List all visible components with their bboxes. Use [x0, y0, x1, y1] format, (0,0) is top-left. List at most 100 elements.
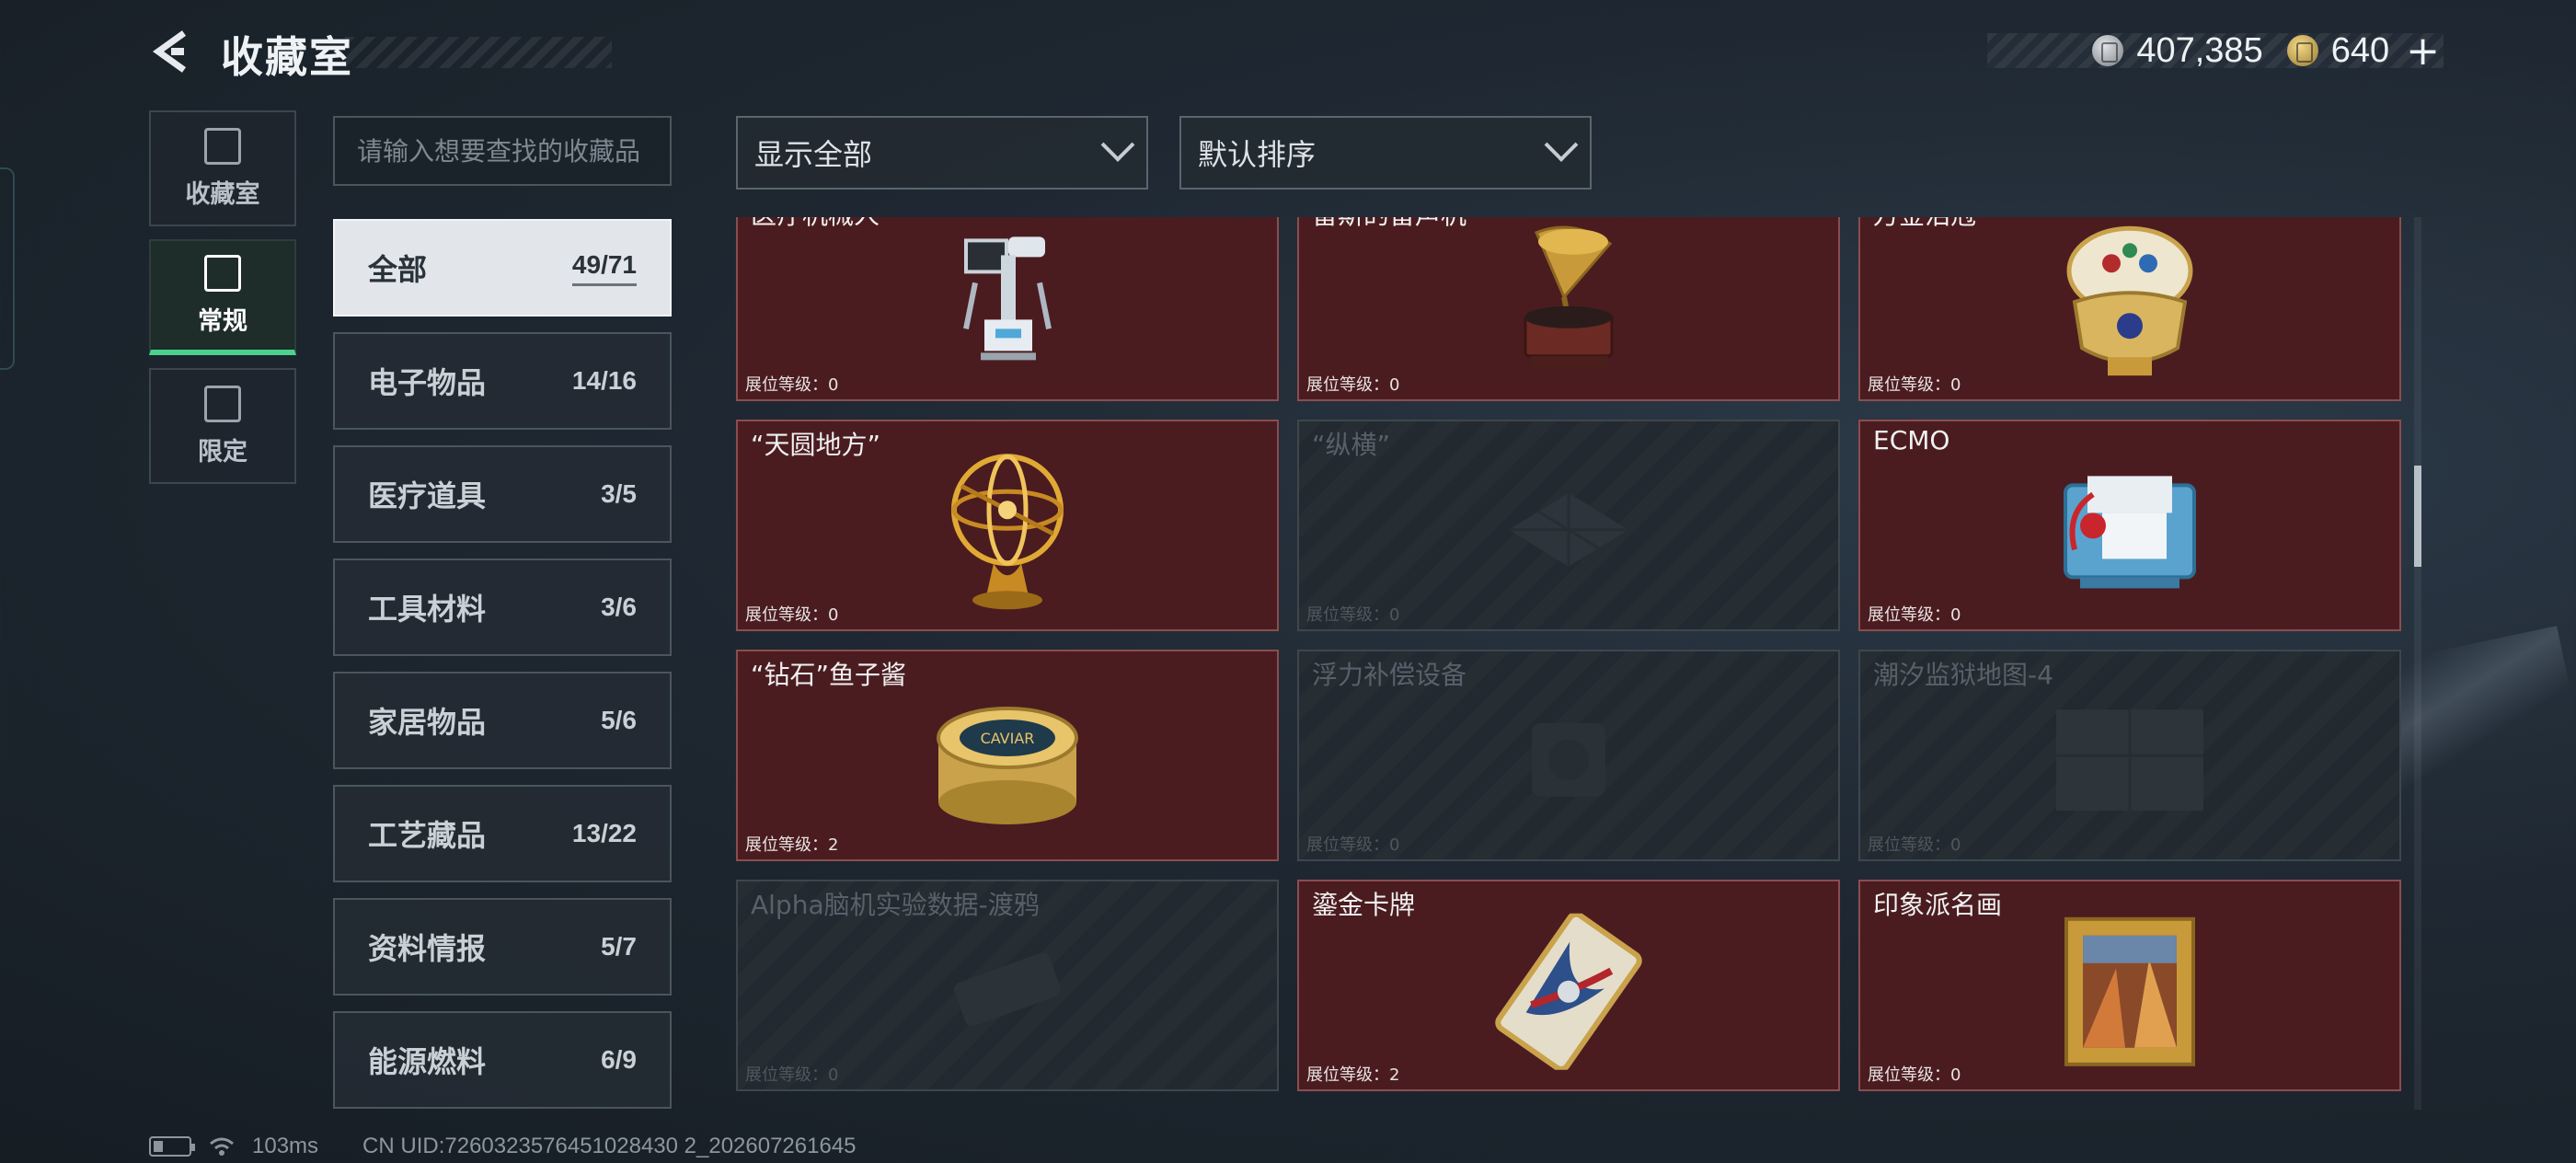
category-name: 能源燃料: [368, 1044, 487, 1079]
item-name: “纵横”: [1312, 430, 1391, 460]
item-name: “天圆地方”: [751, 430, 881, 460]
display-level: 展位等级：0: [745, 375, 839, 395]
back-arrow-icon[interactable]: [147, 28, 195, 75]
category-count: 14/16: [571, 366, 637, 395]
collection-grid: 医疗机械人 展位等级：0 雷斯的留声机 展位等级：0: [736, 217, 2401, 1091]
sort-dropdown[interactable]: 默认排序: [1179, 116, 1592, 190]
category-item-tools[interactable]: 工具材料 3/6: [333, 558, 672, 656]
category-name: 工具材料: [368, 592, 487, 627]
item-name: 医疗机械人: [751, 217, 880, 232]
medical-robot-image: [963, 236, 1052, 361]
item-name: 鎏金卡牌: [1312, 890, 1416, 920]
display-level: 展位等级：0: [745, 1065, 839, 1085]
impressionist-painting-image: [2064, 916, 2195, 1066]
search-box: [333, 116, 672, 186]
chevron-down-icon: [1100, 128, 1135, 162]
item-name: Alpha脑机实验数据-渡鸦: [751, 890, 1040, 920]
collection-grid-viewport: 医疗机械人 展位等级：0 雷斯的留声机 展位等级：0: [736, 217, 2403, 1110]
display-filter-dropdown[interactable]: 显示全部: [736, 116, 1148, 190]
edge-handle[interactable]: [0, 167, 15, 370]
display-level: 展位等级：0: [1306, 835, 1400, 855]
display-level: 展位等级：0: [1868, 1065, 1961, 1085]
display-level: 展位等级：2: [1306, 1065, 1400, 1085]
collection-card[interactable]: “天圆地方” 展位等级：0: [736, 420, 1279, 631]
category-count: 13/22: [571, 819, 637, 847]
category-name: 全部: [368, 252, 428, 287]
display-level: 展位等级：0: [1868, 835, 1961, 855]
category-count: 6/9: [601, 1045, 637, 1074]
svg-text:CAVIAR: CAVIAR: [981, 730, 1035, 747]
side-nav-label: 常规: [198, 306, 247, 336]
item-name: 浮力补偿设备: [1312, 660, 1467, 690]
display-level: 展位等级：0: [1306, 605, 1400, 625]
item-name: 雷斯的留声机: [1312, 217, 1466, 232]
board-game-silhouette: [1509, 492, 1628, 567]
collection-card-locked[interactable]: Alpha脑机实验数据-渡鸦 展位等级：0: [736, 880, 1279, 1091]
category-count: 5/7: [601, 932, 637, 961]
collection-card[interactable]: 万金泪冠 展位等级：0: [1858, 217, 2401, 401]
armillary-sphere-image: [951, 454, 1064, 610]
caviar-tin-image: CAVIAR: [937, 707, 1078, 824]
collection-room-icon: [204, 127, 241, 165]
buoyancy-device-silhouette: [1532, 722, 1605, 797]
category-item-electronics[interactable]: 电子物品 14/16: [333, 332, 672, 430]
collection-card-locked[interactable]: “纵横” 展位等级：0: [1297, 420, 1840, 631]
collection-card[interactable]: 印象派名画 展位等级：0: [1858, 880, 2401, 1091]
collection-card[interactable]: “钻石”鱼子酱 CAVIAR 展位等级：2: [736, 650, 1279, 861]
grid-scrollbar[interactable]: [2414, 217, 2421, 1110]
category-item-medical[interactable]: 医疗道具 3/5: [333, 445, 672, 543]
collection-card[interactable]: ECMO 展位等级：0: [1858, 420, 2401, 631]
gold-coin-icon: [2286, 35, 2318, 66]
category-item-home[interactable]: 家居物品 5/6: [333, 672, 672, 769]
sort-value: 默认排序: [1198, 137, 1317, 172]
category-item-energy[interactable]: 能源燃料 6/9: [333, 1011, 672, 1109]
chevron-down-icon: [1544, 128, 1579, 162]
category-count: 49/71: [571, 250, 637, 286]
item-name: 万金泪冠: [1873, 217, 1976, 232]
category-item-intel[interactable]: 资料情报 5/7: [333, 898, 672, 996]
side-nav-label: 限定: [198, 437, 247, 466]
gramophone-image: [1524, 225, 1614, 369]
currency-bar: 407,385 640 +: [1987, 28, 2444, 75]
silver-currency-value: 407,385: [2136, 30, 2263, 70]
uid-text: CN UID:7260323576451028430 2_20260726164…: [362, 1134, 857, 1158]
category-item-all[interactable]: 全部 49/71: [333, 219, 672, 317]
add-currency-button[interactable]: +: [2406, 28, 2440, 75]
side-nav: 收藏室 常规 限定: [149, 110, 296, 497]
category-name: 电子物品: [368, 365, 487, 400]
category-count: 3/6: [601, 593, 637, 621]
battery-icon: [149, 1136, 195, 1157]
jeweled-egg-image: [2066, 225, 2193, 376]
category-list: 全部 49/71 电子物品 14/16 医疗道具 3/5 工具材料 3/6 家居…: [333, 219, 672, 1124]
side-nav-regular[interactable]: 常规: [149, 239, 296, 355]
gilded-card-image: [1495, 913, 1642, 1070]
side-nav-collection-room[interactable]: 收藏室: [149, 110, 296, 226]
data-drive-silhouette: [954, 952, 1061, 1027]
category-name: 工艺藏品: [368, 818, 487, 853]
display-level: 展位等级：0: [1306, 375, 1400, 395]
scrollbar-thumb[interactable]: [2414, 466, 2421, 567]
search-input[interactable]: [335, 118, 670, 184]
collection-card[interactable]: 医疗机械人 展位等级：0: [736, 217, 1279, 401]
gold-currency-value: 640: [2330, 30, 2390, 70]
display-level: 展位等级：0: [1868, 605, 1961, 625]
silver-coin-icon: [2092, 35, 2124, 66]
prison-map-silhouette: [2056, 709, 2203, 812]
collection-card[interactable]: 雷斯的留声机 展位等级：0: [1297, 217, 1840, 401]
regular-icon: [204, 254, 241, 292]
category-item-crafts[interactable]: 工艺藏品 13/22: [333, 785, 672, 882]
display-level: 展位等级：2: [745, 835, 839, 855]
side-nav-label: 收藏室: [185, 179, 260, 209]
status-bar: 103ms CN UID:7260323576451028430 2_20260…: [149, 1134, 857, 1159]
collection-card-locked[interactable]: 潮汐监狱地图-4 展位等级：0: [1858, 650, 2401, 861]
category-name: 资料情报: [368, 931, 487, 966]
category-name: 家居物品: [368, 705, 487, 740]
collection-card-locked[interactable]: 浮力补偿设备 展位等级：0: [1297, 650, 1840, 861]
display-level: 展位等级：0: [745, 605, 839, 625]
side-nav-limited[interactable]: 限定: [149, 368, 296, 484]
title-decoration: [345, 37, 612, 68]
item-name: “钻石”鱼子酱: [751, 660, 907, 690]
collection-card[interactable]: 鎏金卡牌 展位等级：2: [1297, 880, 1840, 1091]
ecmo-machine-image: [2064, 476, 2196, 589]
display-filter-value: 显示全部: [754, 137, 873, 172]
